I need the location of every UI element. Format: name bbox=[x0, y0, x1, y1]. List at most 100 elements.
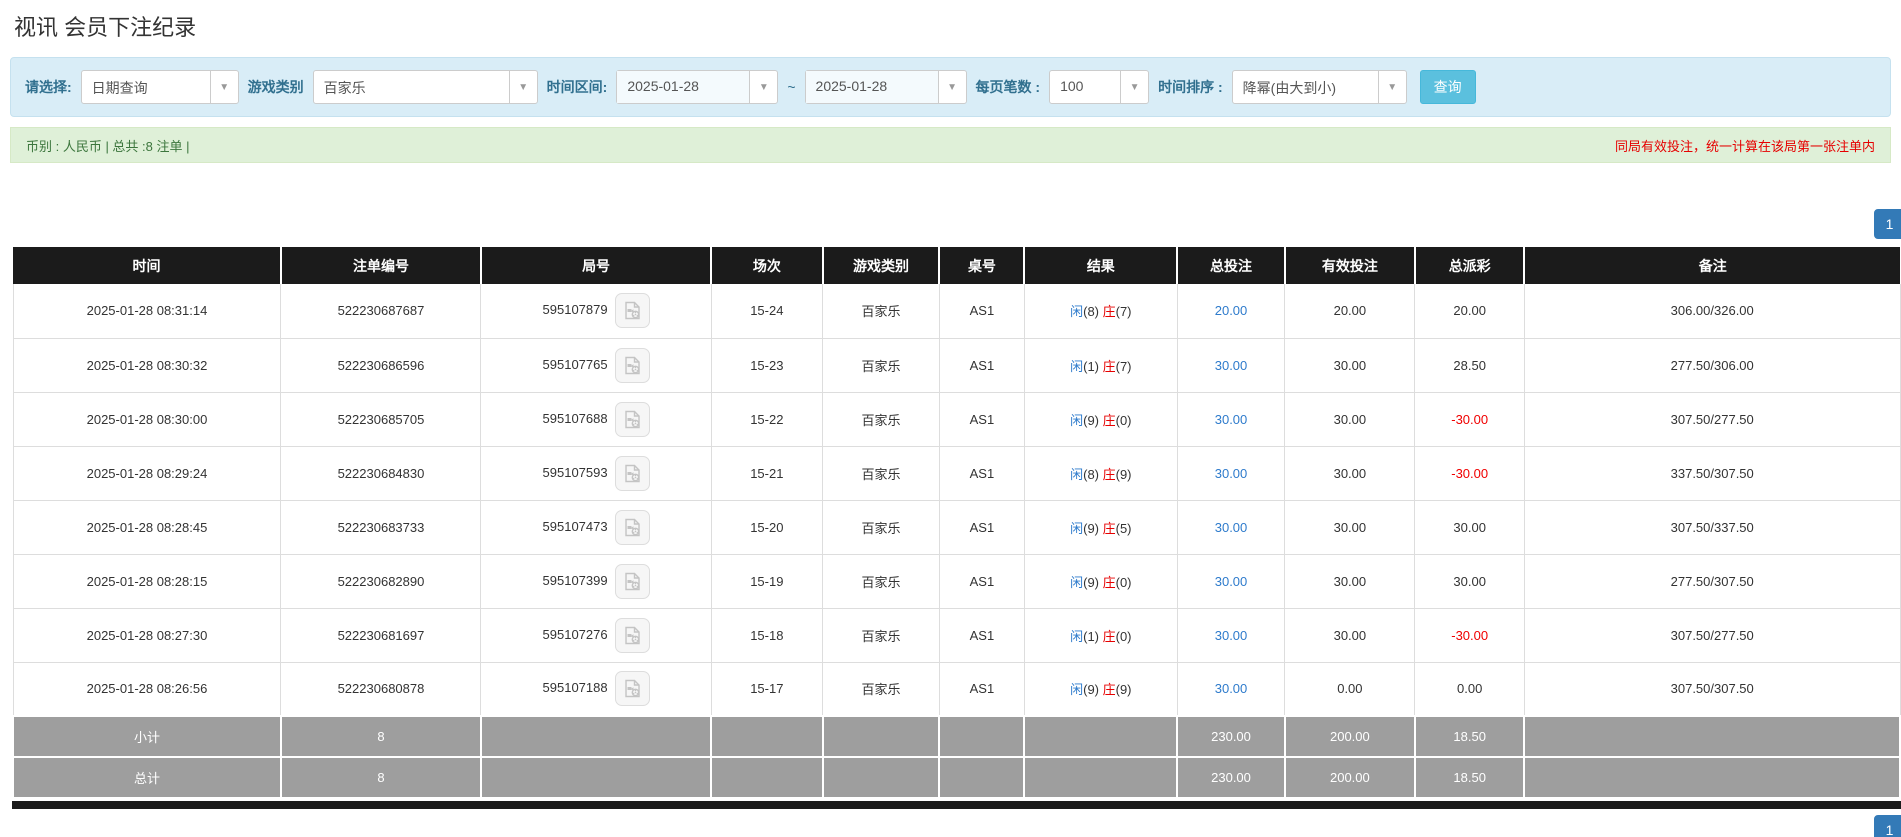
date-to-select[interactable]: 2025-01-28 ▼ bbox=[804, 70, 967, 104]
video-replay-button[interactable] bbox=[614, 617, 650, 653]
cell-bet-id: 522230681697 bbox=[280, 607, 482, 663]
cell-remark: 307.50/277.50 bbox=[1523, 391, 1901, 447]
result-banker-value: (7) bbox=[1115, 358, 1132, 374]
cell-game-type: 百家乐 bbox=[822, 445, 940, 501]
result-player-label: 闲 bbox=[1070, 358, 1084, 374]
video-replay-button[interactable] bbox=[614, 347, 650, 383]
video-replay-button[interactable] bbox=[614, 455, 650, 491]
result-player-label: 闲 bbox=[1070, 682, 1084, 698]
cell-time: 2025-01-28 08:26:56 bbox=[12, 661, 282, 717]
cell-time: 2025-01-28 08:30:32 bbox=[12, 337, 282, 393]
pagination-bottom: 1 bbox=[0, 815, 1901, 837]
cell-result: 闲(9) 庄(0) bbox=[1023, 553, 1178, 609]
result-player-value: (9) bbox=[1083, 574, 1103, 590]
video-replay-button[interactable] bbox=[614, 509, 650, 545]
round-number: 595107473 bbox=[542, 518, 608, 534]
total-row: 总计 8 230.00 200.00 18.50 bbox=[12, 756, 1901, 799]
column-header-4: 游戏类别 bbox=[821, 247, 940, 284]
cell-total-bet: 30.00 bbox=[1176, 553, 1286, 609]
cell-session: 15-24 bbox=[710, 284, 824, 339]
cell-total-bet: 20.00 bbox=[1176, 284, 1286, 339]
table-row: 2025-01-28 08:28:45 522230683733 595107473… bbox=[12, 499, 1901, 555]
cell-payout: 30.00 bbox=[1414, 553, 1525, 609]
video-replay-button[interactable] bbox=[614, 293, 650, 329]
cell-payout: 20.00 bbox=[1414, 284, 1525, 339]
cell-valid-bet: 0.00 bbox=[1284, 661, 1416, 717]
date-from-select[interactable]: 2025-01-28 ▼ bbox=[616, 70, 779, 104]
sort-order-label: 时间排序 : bbox=[1158, 79, 1223, 95]
total-bet-link[interactable]: 30.00 bbox=[1215, 412, 1248, 427]
filter-bar: 请选择: 日期查询 ▼ 游戏类别 百家乐 ▼ 时间区间: 2025-01-28 … bbox=[10, 57, 1891, 117]
round-number: 595107399 bbox=[542, 572, 608, 588]
video-replay-icon bbox=[622, 409, 643, 430]
footer-payout: 18.50 bbox=[1413, 756, 1526, 799]
total-bet-link[interactable]: 30.00 bbox=[1215, 466, 1248, 481]
table-row: 2025-01-28 08:26:56 522230680878 595107188… bbox=[12, 661, 1901, 717]
video-replay-button[interactable] bbox=[614, 401, 650, 437]
round-number: 595107879 bbox=[542, 302, 608, 318]
result-player-label: 闲 bbox=[1070, 304, 1084, 320]
table-row: 2025-01-28 08:27:30 522230681697 595107276… bbox=[12, 607, 1901, 663]
footer-empty bbox=[938, 756, 1026, 799]
query-type-select[interactable]: 日期查询 ▼ bbox=[80, 70, 239, 104]
video-replay-button[interactable] bbox=[614, 563, 650, 599]
subtotal-row: 小计 8 230.00 200.00 18.50 bbox=[12, 715, 1901, 758]
cell-game-type: 百家乐 bbox=[822, 661, 940, 717]
cell-result: 闲(1) 庄(0) bbox=[1023, 607, 1178, 663]
total-bet-link[interactable]: 30.00 bbox=[1215, 520, 1248, 535]
date-range-separator: ~ bbox=[787, 79, 796, 95]
footer-empty bbox=[710, 715, 824, 758]
cell-table-no: AS1 bbox=[938, 391, 1025, 447]
cell-bet-id: 522230685705 bbox=[280, 391, 482, 447]
search-button[interactable]: 查询 bbox=[1419, 70, 1476, 104]
chevron-down-icon: ▼ bbox=[1377, 71, 1406, 103]
round-number: 595107593 bbox=[542, 464, 608, 480]
result-player-label: 闲 bbox=[1070, 574, 1084, 590]
sort-order-select[interactable]: 降幂(由大到小) ▼ bbox=[1231, 70, 1407, 104]
result-player-value: (8) bbox=[1083, 466, 1103, 482]
footer-valid-bet: 200.00 bbox=[1283, 715, 1416, 758]
footer-empty bbox=[821, 756, 941, 799]
chevron-down-icon: ▼ bbox=[1120, 71, 1148, 103]
cell-round: 595107765 bbox=[480, 337, 712, 393]
column-header-5: 桌号 bbox=[938, 247, 1025, 284]
cell-valid-bet: 30.00 bbox=[1284, 391, 1416, 447]
cell-bet-id: 522230686596 bbox=[280, 337, 482, 393]
cell-valid-bet: 30.00 bbox=[1284, 445, 1416, 501]
cell-total-bet: 30.00 bbox=[1176, 337, 1286, 393]
footer-total-bet: 230.00 bbox=[1176, 756, 1286, 799]
total-bet-link[interactable]: 30.00 bbox=[1215, 574, 1248, 589]
page-button-1[interactable]: 1 bbox=[1874, 209, 1901, 239]
page-size-select[interactable]: 100 ▼ bbox=[1049, 70, 1150, 104]
column-header-1: 注单编号 bbox=[279, 247, 481, 284]
table-row: 2025-01-28 08:30:00 522230685705 595107688… bbox=[12, 391, 1901, 447]
total-bet-link[interactable]: 30.00 bbox=[1215, 628, 1248, 643]
result-banker-label: 庄 bbox=[1102, 304, 1116, 320]
video-replay-icon bbox=[622, 625, 643, 646]
cell-payout: -30.00 bbox=[1414, 607, 1525, 663]
page-size-label: 每页笔数 : bbox=[975, 79, 1041, 95]
pagination-top: 1 bbox=[0, 209, 1901, 239]
result-banker-value: (0) bbox=[1115, 412, 1132, 428]
cell-session: 15-21 bbox=[710, 445, 824, 501]
column-header-6: 结果 bbox=[1023, 247, 1178, 284]
result-banker-label: 庄 bbox=[1102, 682, 1116, 698]
result-banker-value: (0) bbox=[1115, 628, 1132, 644]
column-header-0: 时间 bbox=[13, 247, 281, 284]
result-banker-value: (0) bbox=[1115, 574, 1132, 590]
page-button-1[interactable]: 1 bbox=[1874, 815, 1901, 837]
cell-valid-bet: 30.00 bbox=[1284, 499, 1416, 555]
cell-table-no: AS1 bbox=[938, 337, 1025, 393]
date-range-label: 时间区间: bbox=[546, 79, 608, 95]
footer-empty bbox=[1023, 756, 1179, 799]
cell-time: 2025-01-28 08:28:15 bbox=[12, 553, 282, 609]
game-type-select[interactable]: 百家乐 ▼ bbox=[312, 70, 538, 104]
cell-round: 595107276 bbox=[480, 607, 712, 663]
video-replay-button[interactable] bbox=[614, 671, 650, 707]
total-bet-link[interactable]: 30.00 bbox=[1215, 681, 1248, 696]
result-banker-label: 庄 bbox=[1102, 628, 1116, 644]
cell-total-bet: 30.00 bbox=[1176, 445, 1286, 501]
total-bet-link[interactable]: 20.00 bbox=[1215, 303, 1248, 318]
total-bet-link[interactable]: 30.00 bbox=[1215, 358, 1248, 373]
currency-summary-text: 币别 : 人民币 | 总共 :8 注单 | bbox=[26, 138, 190, 154]
